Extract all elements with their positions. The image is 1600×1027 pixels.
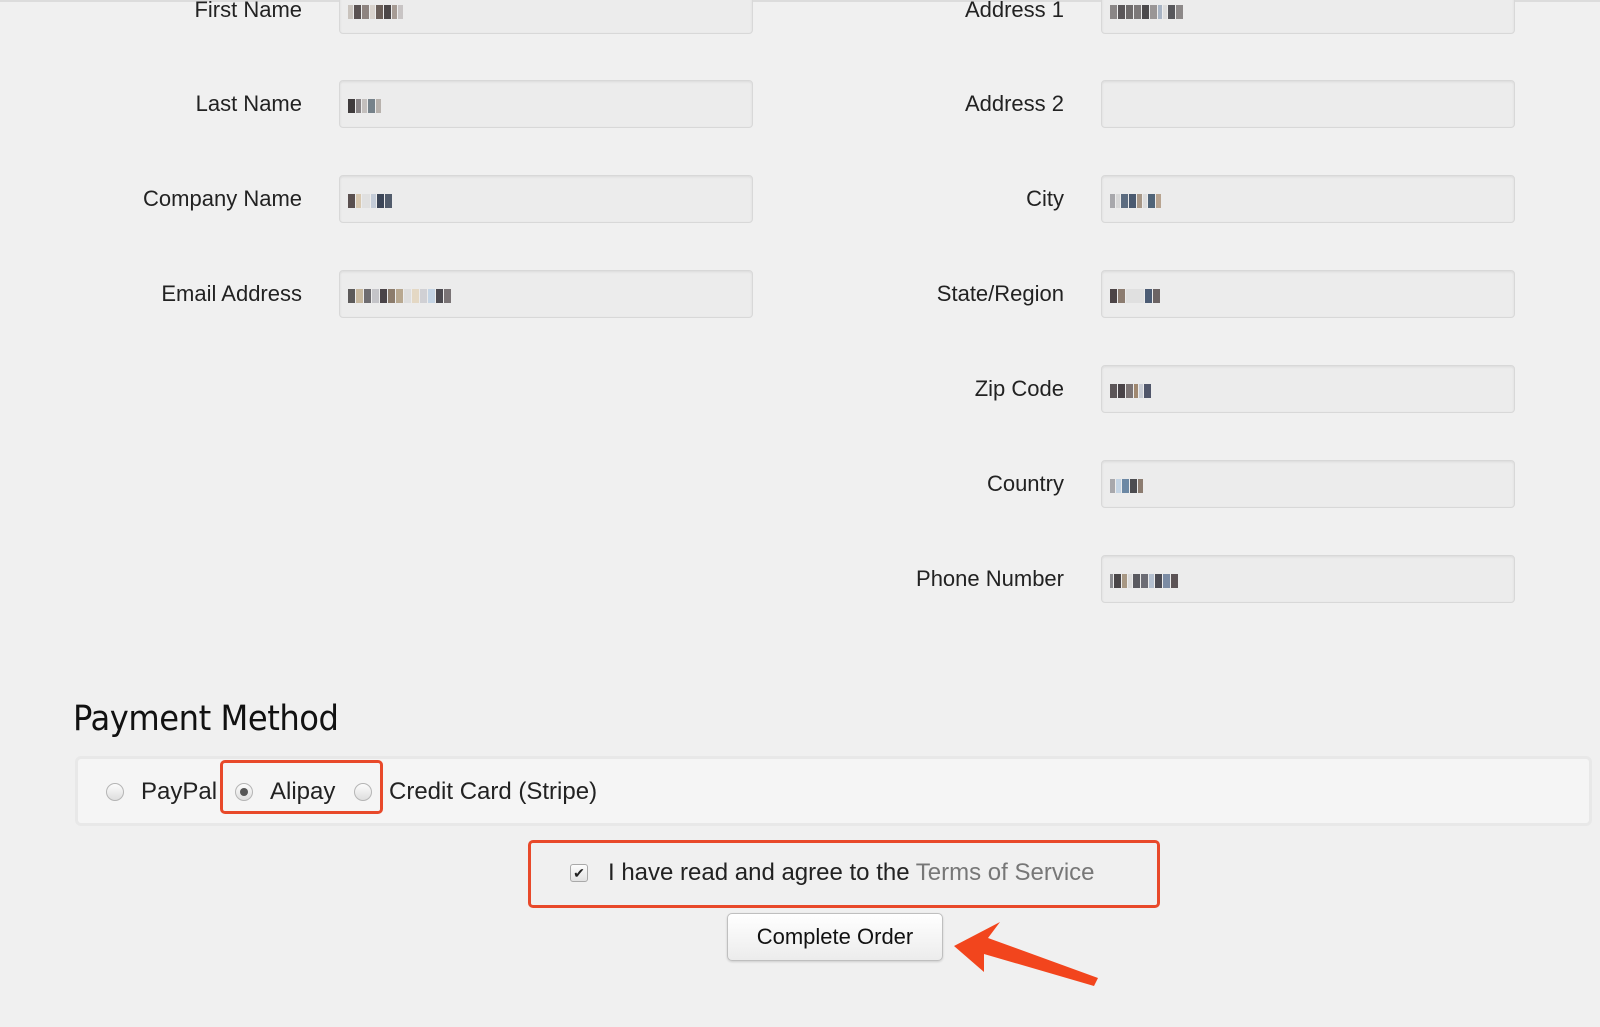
alipay-highlight-annotation	[220, 760, 383, 814]
arrow-annotation-icon	[954, 922, 1098, 986]
city-input[interactable]	[1101, 175, 1515, 223]
field-row-address-1: Address 1	[0, 0, 1520, 34]
payment-method-heading: Payment Method	[73, 699, 339, 740]
arrow-shape	[954, 922, 1098, 986]
field-row-state-region: State/Region	[0, 270, 1520, 318]
address-1-input[interactable]	[1101, 0, 1515, 34]
city-label: City	[1026, 186, 1064, 211]
country-label: Country	[986, 471, 1064, 496]
state-region-input[interactable]	[1101, 270, 1515, 318]
address-2-label: Address 2	[964, 91, 1064, 116]
zip-code-input[interactable]	[1101, 365, 1515, 413]
obscured-value	[1110, 1, 1183, 19]
paypal-radio[interactable]	[106, 783, 124, 801]
obscured-value	[1110, 190, 1161, 208]
field-row-country: Country	[0, 460, 1520, 508]
state-region-label: State/Region	[936, 281, 1064, 306]
obscured-value	[1110, 475, 1143, 493]
field-row-address-2: Address 2	[0, 80, 1520, 128]
country-input[interactable]	[1101, 460, 1515, 508]
terms-highlight-annotation	[528, 840, 1160, 908]
address-1-label: Address 1	[964, 0, 1064, 22]
address-2-input[interactable]	[1101, 80, 1515, 128]
field-row-zip-code: Zip Code	[0, 365, 1520, 413]
obscured-value	[1110, 570, 1178, 588]
credit-card-stripe-label[interactable]: Credit Card (Stripe)	[389, 777, 597, 807]
complete-order-button[interactable]: Complete Order	[727, 913, 943, 961]
field-row-city: City	[0, 175, 1520, 223]
obscured-value	[1110, 285, 1160, 303]
phone-number-input[interactable]	[1101, 555, 1515, 603]
zip-code-label: Zip Code	[974, 376, 1064, 401]
phone-number-label: Phone Number	[916, 566, 1064, 591]
field-row-phone-number: Phone Number	[0, 555, 1520, 603]
obscured-value	[1110, 380, 1151, 398]
paypal-label[interactable]: PayPal	[141, 777, 217, 807]
